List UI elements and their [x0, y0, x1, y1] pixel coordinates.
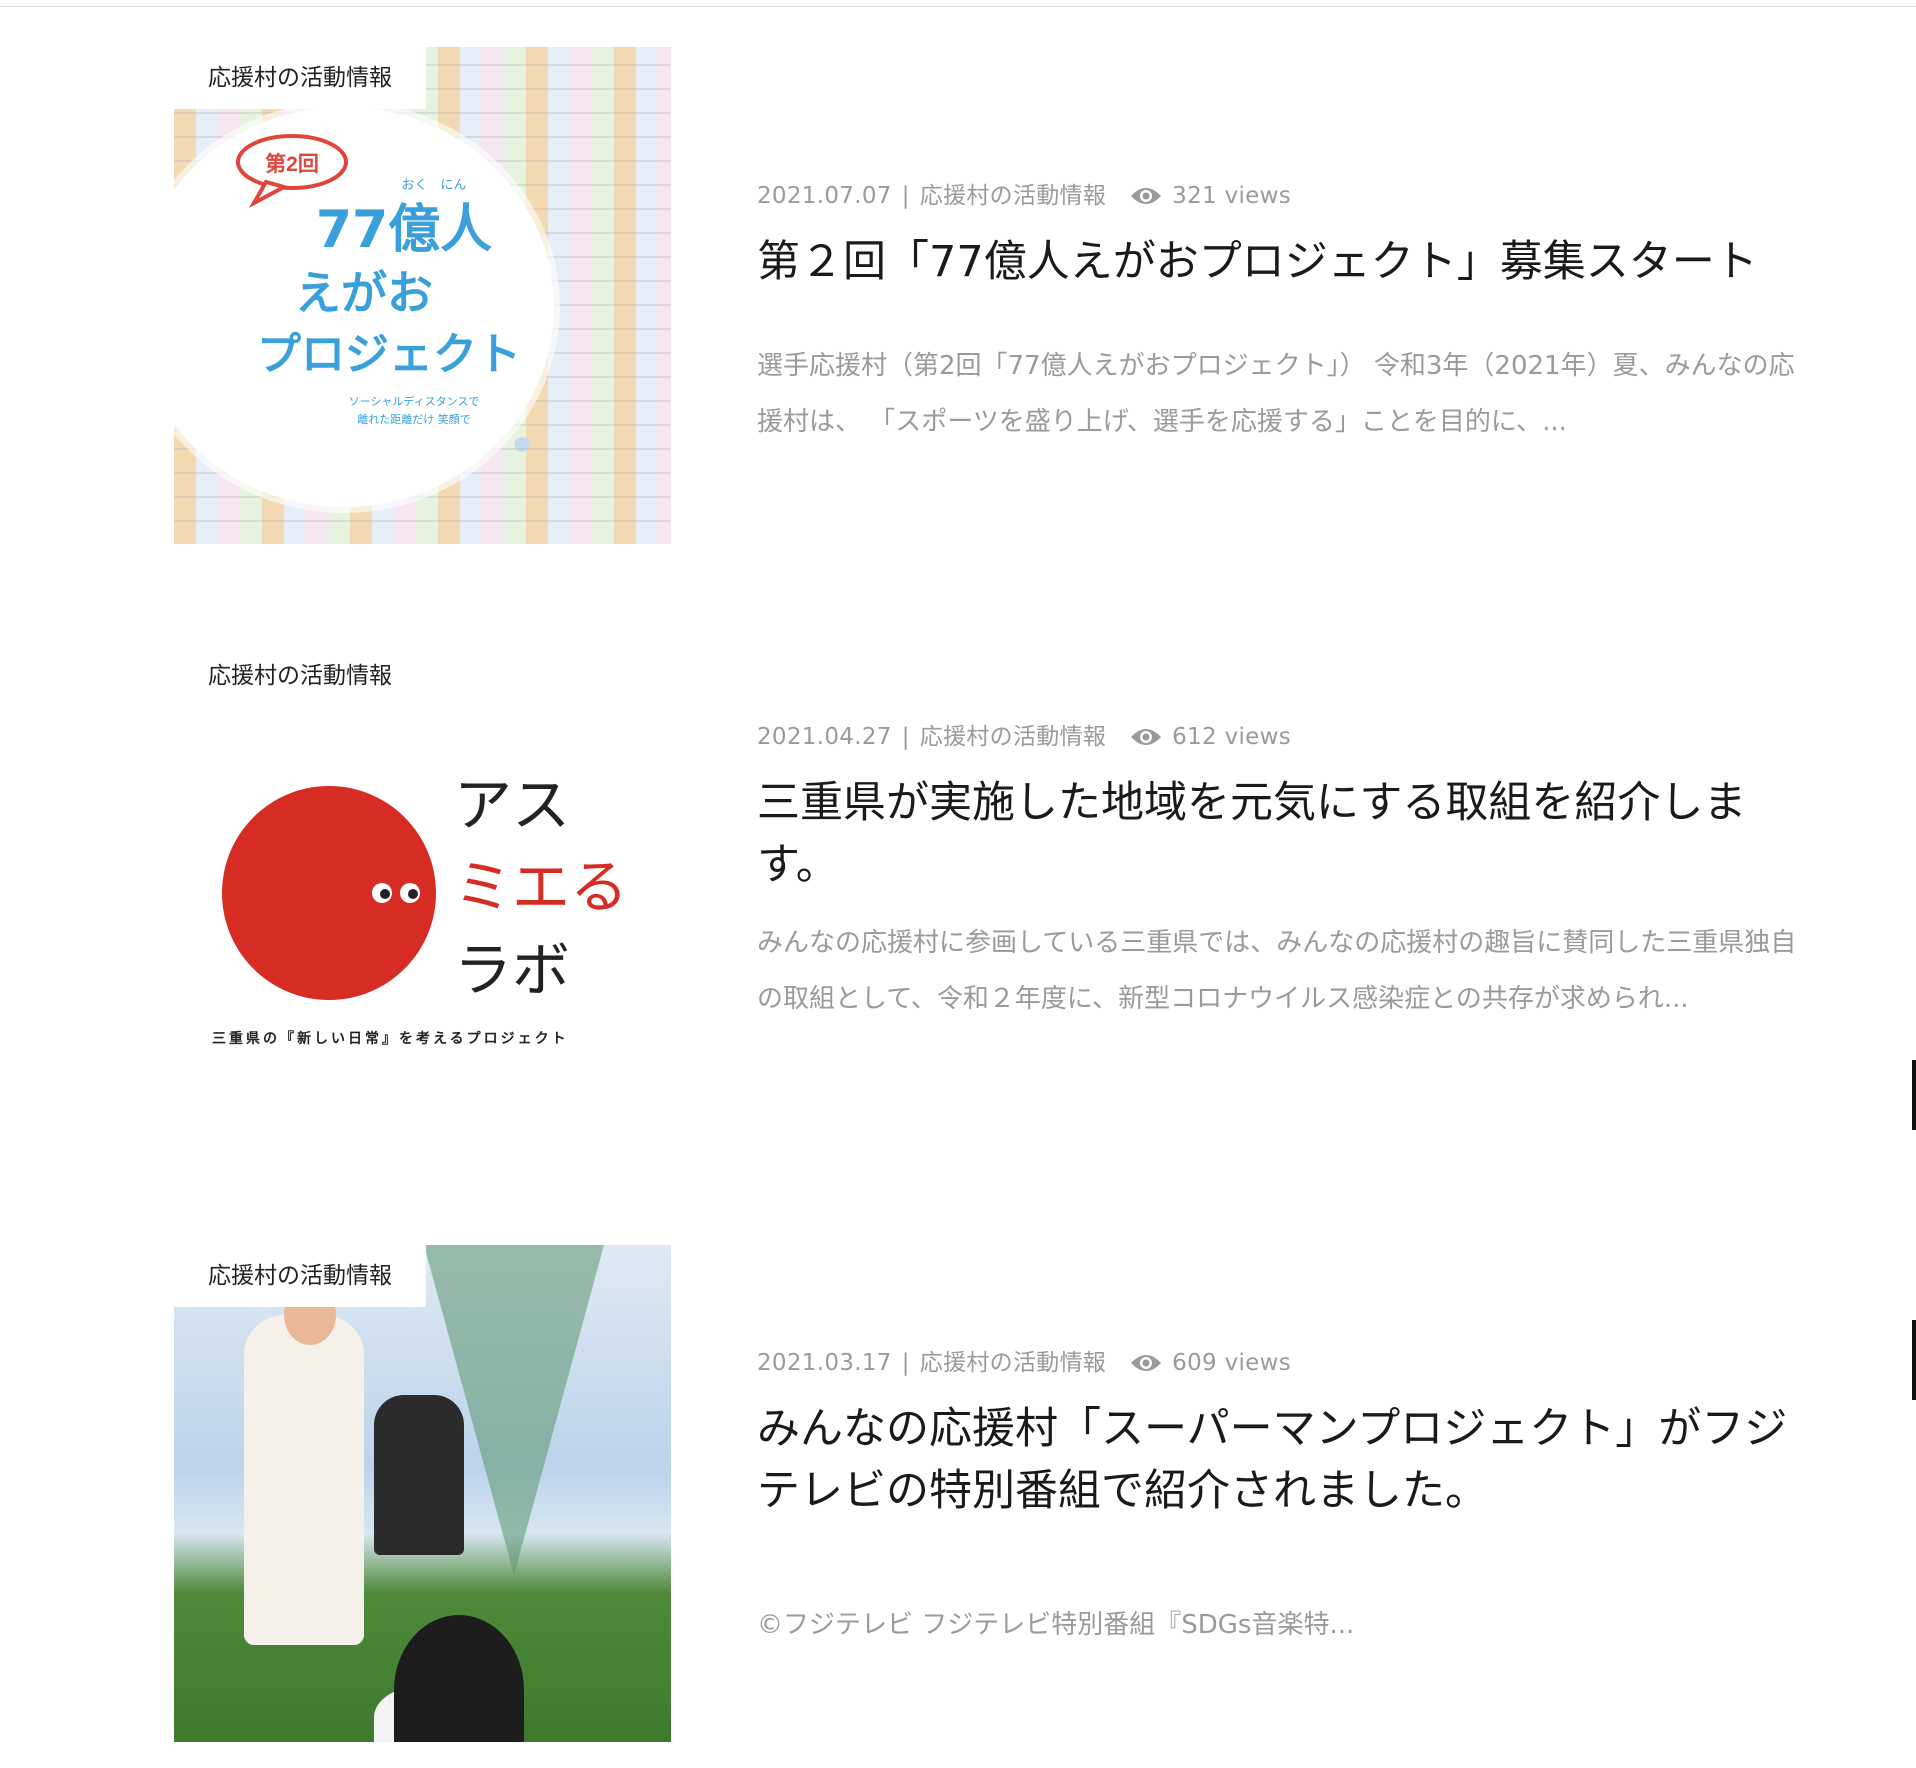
category-tag[interactable]: 応援村の活動情報	[174, 47, 426, 109]
post-thumbnail[interactable]: アス ミエる ラボ 三重県の『新しい日常』を考えるプロジェクト	[174, 645, 671, 1142]
asumieru-logo: アス ミエる ラボ 三重県の『新しい日常』を考えるプロジェクト	[212, 771, 628, 1047]
view-count: 612 views	[1172, 724, 1292, 750]
post-excerpt: 選手応援村（第2回「77億人えがおプロジェクト」） 令和3年（2021年）夏、み…	[757, 351, 1795, 437]
eye-icon	[1131, 1355, 1162, 1371]
svg-text:アス: アス	[454, 771, 570, 839]
top-divider	[0, 0, 1916, 7]
category-tag[interactable]: 応援村の活動情報	[174, 1245, 426, 1307]
post-excerpt: みんなの応援村に参画している三重県では、みんなの応援村の趣旨に賛同した三重県独自…	[757, 928, 1797, 1014]
eye-icon	[1131, 188, 1162, 204]
egao-logo: 第2回 おく にん 77億人 えがお プロジェクト ソーシャルディスタンスで 離…	[236, 134, 521, 426]
singer	[244, 1315, 364, 1645]
svg-text:ミエる: ミエる	[454, 853, 628, 921]
post-date: 2021.04.27	[757, 724, 892, 750]
post-title-link[interactable]: 第２回「77億人えがおプロジェクト」募集スタート	[757, 231, 1817, 293]
post-card: アス ミエる ラボ 三重県の『新しい日常』を考えるプロジェクト 応援村の活動情報…	[174, 645, 1814, 1145]
meta-separator: |	[901, 1350, 910, 1376]
meta-separator: |	[901, 183, 910, 209]
meta-category-link[interactable]: 応援村の活動情報	[920, 183, 1106, 209]
post-thumbnail[interactable]: 第2回 おく にん 77億人 えがお プロジェクト ソーシャルディスタンスで 離…	[174, 47, 671, 544]
post-card: 応援村の活動情報 2021.03.17 | 応援村の活動情報 609 views みん…	[174, 1245, 1814, 1745]
scrollbar-edge[interactable]	[1912, 1320, 1916, 1400]
post-meta: 2021.04.27 | 応援村の活動情報 612 views	[757, 717, 1291, 751]
audience-head	[394, 1615, 524, 1742]
post-card: 第2回 おく にん 77億人 えがお プロジェクト ソーシャルディスタンスで 離…	[174, 47, 1814, 547]
eye-icon	[1131, 729, 1162, 745]
svg-text:ラボ: ラボ	[454, 936, 570, 1004]
post-meta: 2021.03.17 | 応援村の活動情報 609 views	[757, 1343, 1291, 1377]
meta-category-link[interactable]: 応援村の活動情報	[920, 724, 1106, 750]
svg-text:離れた距離だけ 笑顔で: 離れた距離だけ 笑顔で	[357, 412, 471, 426]
scrollbar-edge[interactable]	[1912, 1060, 1916, 1130]
category-tag[interactable]: 応援村の活動情報	[174, 645, 426, 707]
badge-text: 第2回	[265, 152, 319, 176]
view-count: 609 views	[1172, 1350, 1292, 1376]
svg-text:ソーシャルディスタンスで: ソーシャルディスタンスで	[349, 394, 480, 408]
meta-category-link[interactable]: 応援村の活動情報	[920, 1350, 1106, 1376]
post-excerpt: ©フジテレビ フジテレビ特別番組『SDGs音楽特...	[757, 1610, 1355, 1640]
svg-text:77億人: 77億人	[316, 200, 492, 260]
view-count: 321 views	[1172, 183, 1292, 209]
svg-text:プロジェクト: プロジェクト	[257, 329, 521, 380]
guitarist	[374, 1395, 464, 1555]
post-meta: 2021.07.07 | 応援村の活動情報 321 views	[757, 176, 1291, 210]
post-thumbnail[interactable]	[174, 1245, 671, 1742]
post-date: 2021.07.07	[757, 183, 892, 209]
svg-text:おく にん: おく にん	[401, 178, 466, 193]
post-title-link[interactable]: 三重県が実施した地域を元気にする取組を紹介します。	[757, 772, 1817, 896]
svg-text:えがお: えがお	[295, 266, 433, 320]
svg-text:三重県の『新しい日常』を考えるプロジェクト: 三重県の『新しい日常』を考えるプロジェクト	[212, 1030, 569, 1047]
meta-separator: |	[901, 724, 910, 750]
post-title-link[interactable]: みんなの応援村「スーパーマンプロジェクト」がフジテレビの特別番組で紹介されました…	[757, 1398, 1817, 1522]
post-date: 2021.03.17	[757, 1350, 892, 1376]
